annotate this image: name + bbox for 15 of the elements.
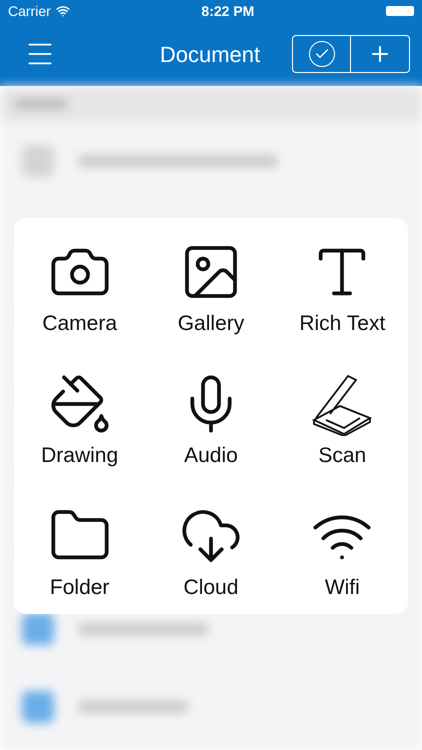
menu-option[interactable]: Folder [14, 482, 146, 614]
scanner-icon [310, 372, 374, 436]
menu-option[interactable]: Gallery [145, 218, 277, 350]
menu-option[interactable]: Wifi [276, 482, 408, 614]
wifi-signal-icon [56, 4, 70, 18]
nav-title[interactable]: Document [160, 38, 260, 70]
menu-option[interactable]: Scan [276, 350, 408, 482]
status-time: 8:22 PM [201, 2, 254, 20]
menu-option[interactable]: Camera [14, 218, 146, 350]
menu-option[interactable]: Drawing [14, 350, 146, 482]
battery-icon [386, 6, 414, 16]
menu-option[interactable]: Cloud [145, 482, 277, 614]
menu-option[interactable]: Rich Text [276, 218, 408, 350]
menu-option[interactable]: Audio [145, 350, 277, 482]
carrier-label: Carrier [8, 2, 51, 20]
